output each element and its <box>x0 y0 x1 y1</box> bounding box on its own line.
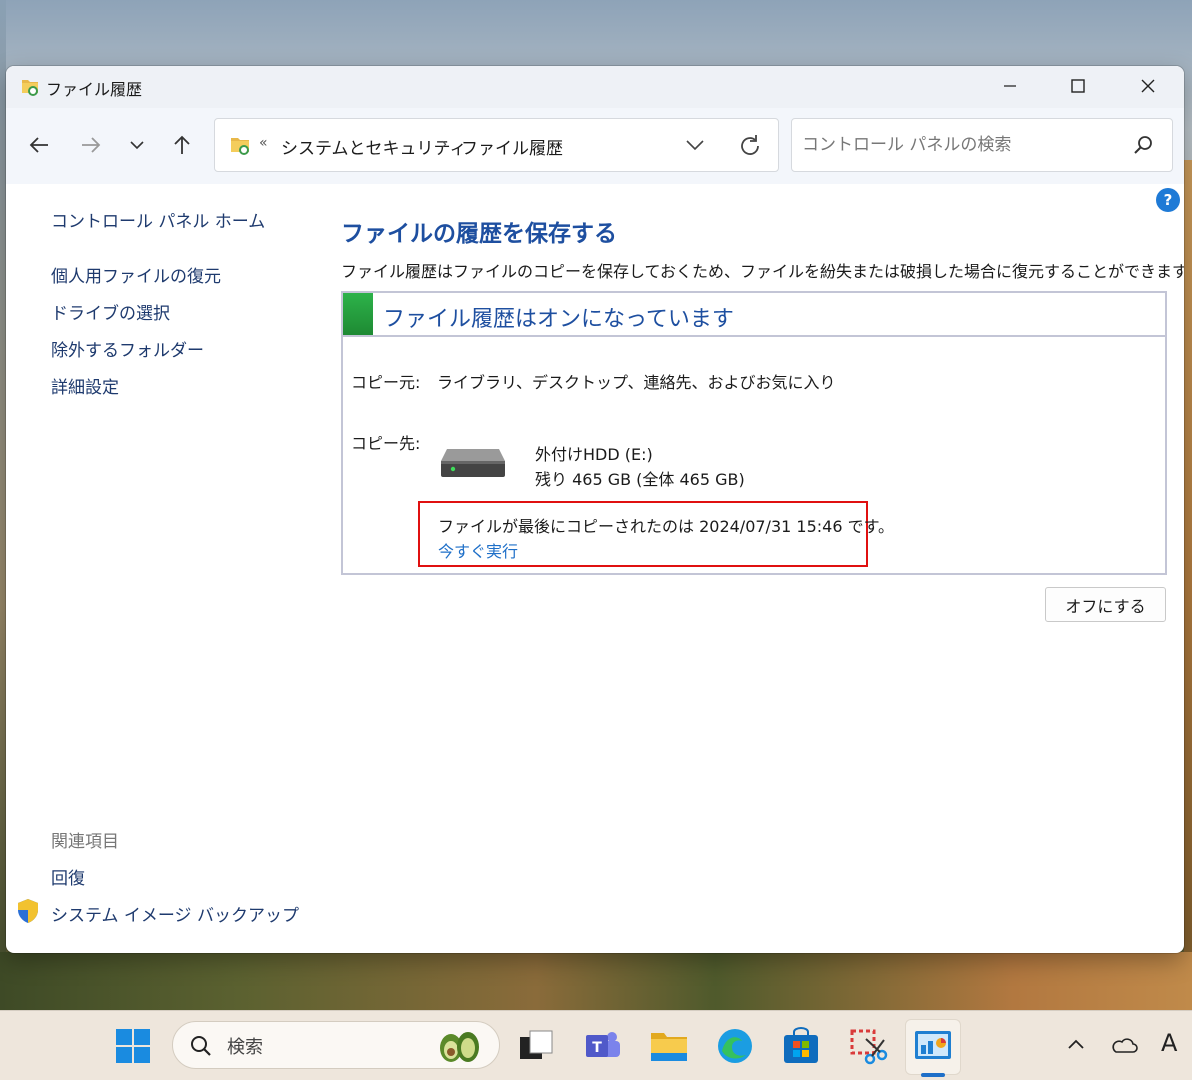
hard-drive-icon <box>441 449 505 477</box>
refresh-icon[interactable] <box>737 133 763 159</box>
source-value: ライブラリ、デスクトップ、連絡先、およびお気に入り <box>437 373 836 392</box>
page-title: ファイルの履歴を保存する <box>341 221 617 247</box>
taskbar-search[interactable]: 検索 <box>172 1021 500 1069</box>
address-bar[interactable]: « システムとセキュリティ › ファイル履歴 <box>214 118 779 172</box>
file-history-icon <box>22 80 38 96</box>
recent-locations-button[interactable] <box>120 128 154 162</box>
arrow-right-icon <box>82 137 101 153</box>
ime-indicator[interactable]: A <box>1161 1029 1177 1057</box>
edge-icon[interactable] <box>714 1025 756 1067</box>
last-backup-highlight: ファイルが最後にコピーされたのは 2024/07/31 15:46 です。 今す… <box>418 501 894 567</box>
shield-icon <box>18 899 38 923</box>
taskbar-search-label: 検索 <box>227 1037 263 1058</box>
maximize-icon <box>1071 79 1085 93</box>
sidebar-item-exclude-folders[interactable]: 除外するフォルダー <box>51 336 204 361</box>
forward-button[interactable] <box>74 128 108 162</box>
sidebar-item-control-panel-home[interactable]: コントロール パネル ホーム <box>51 207 265 232</box>
breadcrumb-system-security[interactable]: システムとセキュリティ <box>281 134 466 159</box>
maximize-button[interactable] <box>1043 66 1113 106</box>
turn-off-button[interactable]: オフにする <box>1045 587 1166 622</box>
svg-text:T: T <box>592 1040 602 1056</box>
arrow-left-icon <box>29 137 48 153</box>
help-icon[interactable]: ? <box>1156 188 1180 212</box>
status-title: ファイル履歴はオンになっています <box>383 307 734 332</box>
microsoft-store-icon[interactable] <box>780 1025 822 1067</box>
search-icon <box>191 1036 211 1056</box>
avocado-icon <box>440 1032 479 1062</box>
search-icon[interactable] <box>1132 134 1154 156</box>
minimize-button[interactable] <box>975 66 1045 106</box>
windows-start-icon[interactable] <box>114 1027 152 1065</box>
drive-space: 残り 465 GB (全体 465 GB) <box>535 470 745 489</box>
onedrive-icon[interactable] <box>1110 1035 1138 1055</box>
minimize-icon <box>1004 85 1016 87</box>
related-heading: 関連項目 <box>51 832 119 852</box>
wallpaper-bottom <box>0 952 1192 1010</box>
file-explorer-icon[interactable] <box>648 1025 690 1067</box>
status-panel: ファイル履歴はオンになっています コピー元: ライブラリ、デスクトップ、連絡先、… <box>341 291 1167 575</box>
control-panel-icon[interactable] <box>912 1025 954 1067</box>
active-app-indicator <box>921 1073 945 1077</box>
run-now-link[interactable]: 今すぐ実行 <box>438 538 518 562</box>
chevron-up-icon[interactable] <box>1066 1035 1086 1055</box>
breadcrumb-file-history[interactable]: ファイル履歴 <box>461 134 563 159</box>
destination-label: コピー先: <box>351 434 421 453</box>
breadcrumb-separator[interactable]: › <box>441 134 447 153</box>
wallpaper-right <box>1184 160 1192 1010</box>
file-history-icon <box>231 138 249 155</box>
search-input[interactable] <box>802 131 1122 159</box>
window-title: ファイル履歴 <box>46 80 143 99</box>
title-bar: ファイル履歴 <box>6 66 1184 108</box>
sidebar-item-recovery[interactable]: 回復 <box>51 864 85 889</box>
close-button[interactable] <box>1113 66 1183 106</box>
chevron-down-icon <box>130 141 144 150</box>
last-copy-text: ファイルが最後にコピーされたのは 2024/07/31 15:46 です。 <box>438 517 894 536</box>
up-button[interactable] <box>165 128 199 162</box>
arrow-up-icon <box>174 135 190 154</box>
navigation-bar: « システムとセキュリティ › ファイル履歴 <box>6 108 1184 184</box>
close-icon <box>1141 79 1155 93</box>
back-button[interactable] <box>22 128 56 162</box>
sidebar-item-advanced-settings[interactable]: 詳細設定 <box>51 373 119 398</box>
breadcrumb-overflow[interactable]: « <box>259 135 268 151</box>
sidebar-item-select-drive[interactable]: ドライブの選択 <box>51 299 170 324</box>
teams-icon[interactable]: T <box>582 1025 624 1067</box>
file-history-window: ファイル履歴 « システムとセキュリティ › ファイル履歴 コントロール パネル… <box>6 66 1184 953</box>
task-view-icon[interactable] <box>516 1025 558 1067</box>
sidebar-item-restore-files[interactable]: 個人用ファイルの復元 <box>51 262 221 287</box>
page-description: ファイル履歴はファイルのコピーを保存しておくため、ファイルを紛失または破損した場… <box>341 262 1184 281</box>
chevron-down-icon[interactable] <box>683 133 707 157</box>
search-box <box>791 118 1173 172</box>
snipping-tool-icon[interactable] <box>846 1025 888 1067</box>
drive-name: 外付けHDD (E:) <box>535 445 653 464</box>
status-header: ファイル履歴はオンになっています <box>343 293 1165 337</box>
sidebar-item-system-image-backup[interactable]: システム イメージ バックアップ <box>51 901 299 926</box>
taskbar: 検索 T A <box>0 1010 1192 1080</box>
status-indicator <box>343 293 373 335</box>
source-label: コピー元: <box>351 373 421 392</box>
